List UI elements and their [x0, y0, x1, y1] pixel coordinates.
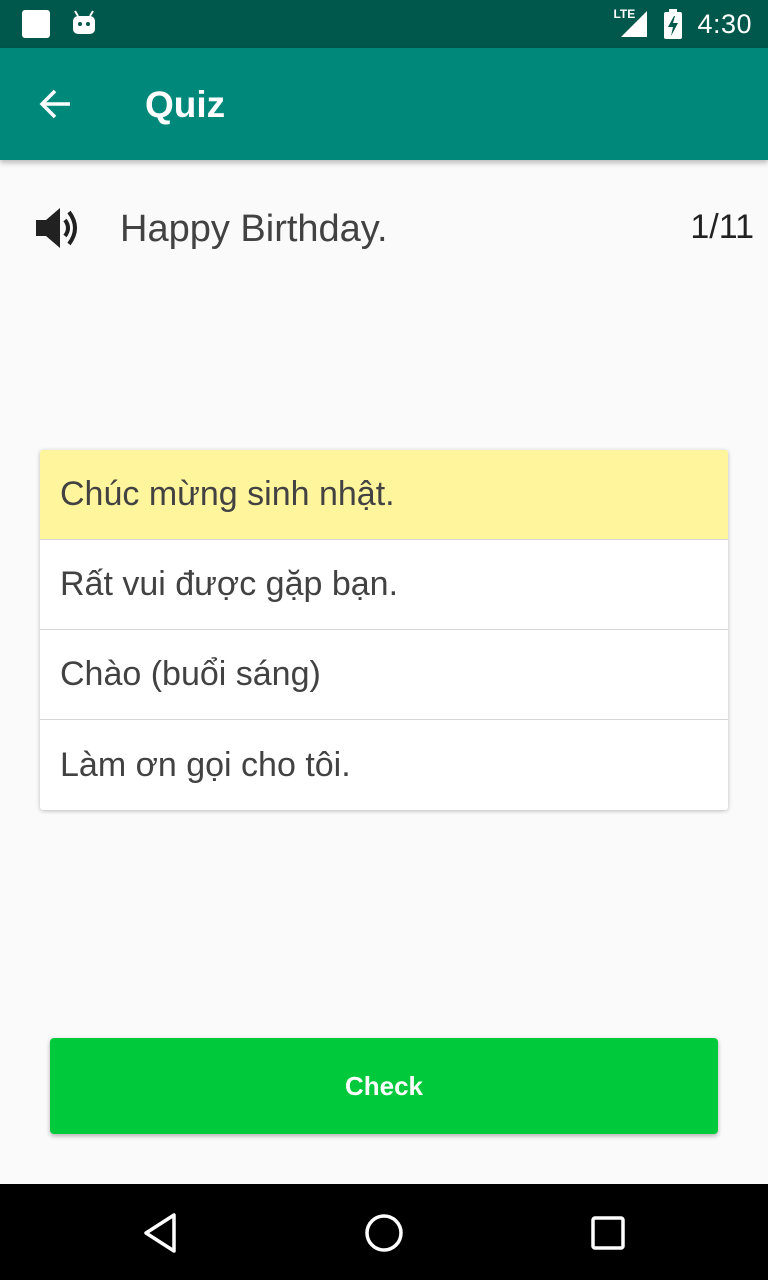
clock: 4:30 — [697, 8, 752, 39]
status-bar: LTE 4:30 — [0, 0, 768, 48]
nav-recents-button[interactable] — [583, 1208, 633, 1258]
nav-back-button[interactable] — [135, 1208, 185, 1258]
check-button[interactable]: Check — [50, 1038, 718, 1134]
answer-option-4[interactable]: Làm ơn gọi cho tôi. — [40, 720, 728, 810]
answer-option-1[interactable]: Chúc mừng sinh nhật. — [40, 450, 728, 540]
signal-lte-icon: LTE — [613, 7, 649, 39]
answer-list: Chúc mừng sinh nhật. Rất vui được gặp bạ… — [40, 450, 728, 810]
app-bar: Quiz — [0, 48, 768, 160]
question-text: Happy Birthday. — [120, 208, 388, 250]
triangle-back-icon — [144, 1213, 176, 1253]
page-title: Quiz — [145, 84, 226, 125]
volume-up-icon — [36, 208, 77, 248]
back-button[interactable] — [28, 80, 84, 128]
battery-charging-icon — [664, 9, 683, 39]
android-debug-icon — [73, 10, 95, 34]
nav-home-button[interactable] — [359, 1208, 409, 1258]
square-recents-icon — [591, 1216, 625, 1250]
play-audio-button[interactable] — [34, 204, 86, 252]
circle-home-icon — [365, 1214, 403, 1252]
navigation-bar — [0, 1184, 768, 1280]
arrow-back-icon — [39, 89, 70, 119]
answer-option-2[interactable]: Rất vui được gặp bạn. — [40, 540, 728, 630]
question-counter: 1/11 — [690, 208, 754, 246]
question-row: Happy Birthday. 1/11 — [0, 190, 768, 270]
answer-option-3[interactable]: Chào (buổi sáng) — [40, 630, 728, 720]
notification-icon — [22, 10, 50, 38]
